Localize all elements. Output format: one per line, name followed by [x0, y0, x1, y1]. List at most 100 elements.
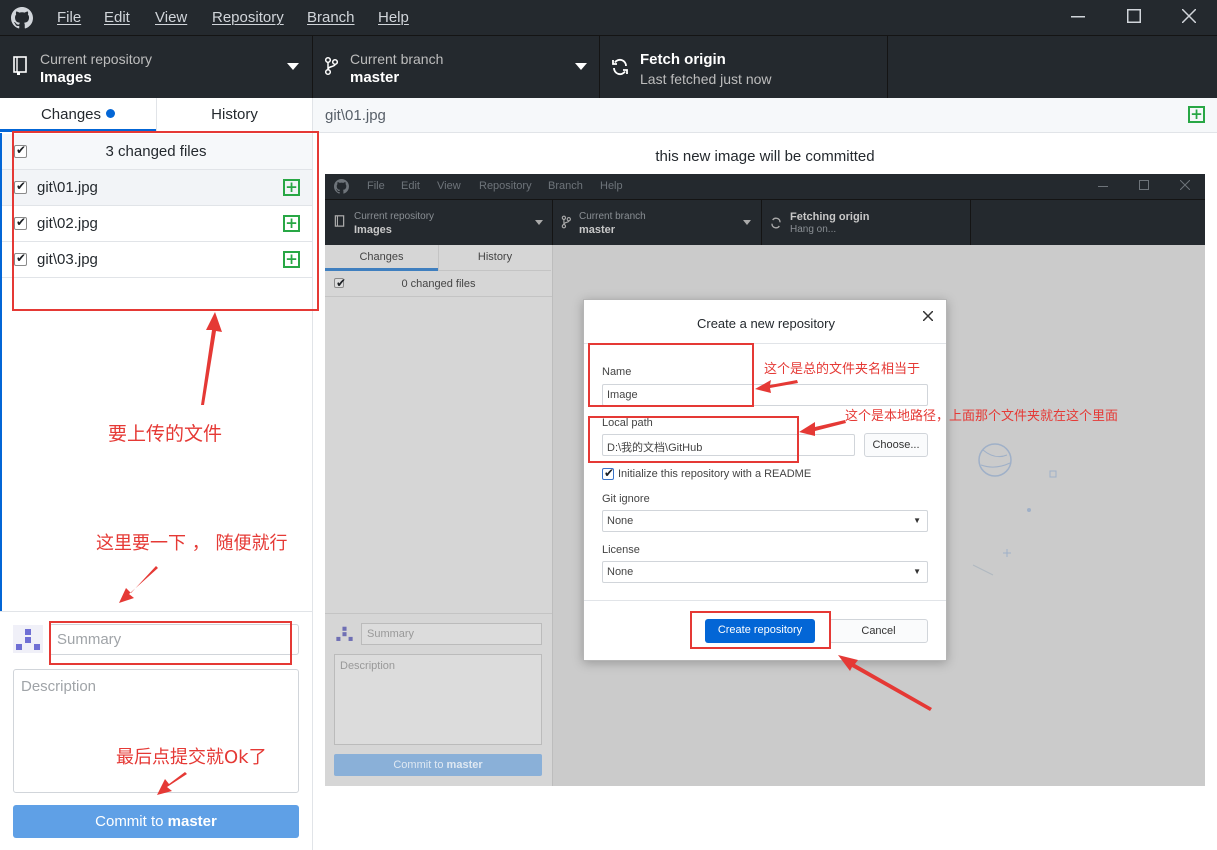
preview-changed-files-count: 0 changed files: [401, 278, 476, 290]
toolbar: Current repository Images Current branch…: [0, 35, 1217, 98]
branch-name: master: [350, 69, 400, 86]
preview-toolbar: Current repository Images Current branch…: [325, 199, 1205, 245]
add-file-icon: +: [1188, 106, 1205, 123]
menu-help[interactable]: Help: [378, 9, 409, 26]
github-logo-icon: [11, 7, 33, 29]
fetch-subtitle: Last fetched just now: [640, 71, 772, 87]
branch-icon: [324, 56, 338, 76]
commit-button[interactable]: Commit to master: [13, 805, 299, 838]
fetch-title: Fetch origin: [640, 51, 726, 68]
sync-icon: [771, 217, 781, 229]
close-icon: [1180, 180, 1190, 190]
annotation-files-to-upload: 要上传的文件: [108, 423, 223, 445]
preview-tab-changes: Changes: [325, 245, 438, 271]
dialog-title: Create a new repository: [696, 316, 835, 331]
close-icon: [1182, 9, 1196, 23]
annotation-box-summary: [49, 621, 292, 665]
close-window-button[interactable]: [1161, 0, 1217, 35]
maximize-icon: [1127, 9, 1141, 23]
preview-repo-value: Images: [354, 224, 392, 236]
chevron-down-icon: [535, 220, 543, 225]
preview-title-bar: File Edit View Repository Branch Help: [325, 174, 1205, 199]
fetch-origin-button[interactable]: Fetch origin Last fetched just now: [600, 36, 888, 98]
repo-book-icon: [334, 215, 345, 227]
file-header: git\01.jpg +: [313, 98, 1217, 133]
tab-changes[interactable]: Changes: [0, 98, 156, 132]
gitignore-select: None ▼: [602, 510, 928, 532]
minimize-button[interactable]: [1050, 0, 1106, 35]
preview-repository-selector: Current repository Images: [325, 200, 553, 245]
chevron-down-icon: [575, 63, 587, 70]
preview-menu-view: View: [437, 180, 461, 192]
preview-repo-label: Current repository: [354, 211, 435, 222]
license-value: None: [607, 566, 634, 578]
menu-file[interactable]: File: [57, 9, 81, 26]
preview-menu-repository: Repository: [479, 180, 532, 192]
branch-selector[interactable]: Current branch master: [313, 36, 600, 98]
preview-branch-value: master: [579, 224, 616, 236]
preview-menu-help: Help: [600, 180, 623, 192]
branch-icon: [561, 215, 571, 229]
menu-view[interactable]: View: [155, 9, 187, 26]
dropdown-arrow-icon: ▼: [913, 516, 921, 525]
readme-checkbox: [602, 466, 614, 480]
commit-prefix: Commit to: [95, 813, 168, 830]
dialog-footer-divider: [584, 600, 946, 601]
preview-changed-files-header: 0 changed files: [325, 271, 552, 297]
menu-branch[interactable]: Branch: [307, 9, 355, 26]
avatar-icon: [336, 626, 353, 641]
repository-selector[interactable]: Current repository Images: [0, 36, 313, 98]
description-input[interactable]: Description: [13, 669, 299, 793]
annotation-box-name: [588, 343, 754, 407]
annotation-folder-name: 这个是总的文件夹名相当于: [764, 362, 921, 377]
branch-label: Current branch: [350, 51, 444, 67]
preview-menu-branch: Branch: [548, 180, 583, 192]
commit-branch: master: [167, 813, 217, 830]
choose-button: Choose...: [864, 433, 928, 457]
preview-tab-history: History: [438, 245, 551, 271]
image-caption: this new image will be committed: [655, 148, 875, 165]
preview-summary-input: Summary: [361, 623, 542, 645]
annotation-commit-hint: 最后点提交就Ok了: [116, 747, 267, 768]
chevron-down-icon: [287, 63, 299, 70]
github-logo-icon: [334, 179, 349, 194]
avatar-icon: [13, 625, 43, 653]
maximize-button[interactable]: [1106, 0, 1162, 35]
preview-menu-file: File: [367, 180, 385, 192]
readme-label: Initialize this repository with a README: [618, 468, 812, 480]
tab-history[interactable]: History: [156, 98, 312, 132]
focus-indicator: [0, 133, 2, 611]
gitignore-value: None: [607, 515, 634, 527]
changes-indicator-dot: [106, 109, 116, 118]
preview-branch-selector: Current branch master: [553, 200, 762, 245]
preview-fetch-button: Fetching origin Hang on...: [762, 200, 971, 245]
minimize-icon: [1098, 186, 1108, 187]
preview-branch-label: Current branch: [579, 211, 646, 222]
file-path: git\01.jpg: [325, 107, 386, 124]
preview-commit-prefix: Commit to: [393, 759, 447, 771]
preview-commit-panel: Summary Description Commit to master: [325, 613, 552, 786]
minimize-icon: [1071, 16, 1085, 18]
sync-icon: [612, 58, 628, 76]
background-illustration: [972, 443, 1057, 576]
title-bar: File Edit View Repository Branch Help: [0, 0, 1217, 35]
description-placeholder: Description: [21, 678, 97, 695]
preview-commit-branch: master: [446, 759, 483, 771]
annotation-box-path: [588, 416, 799, 463]
annotation-box-create: [690, 611, 831, 649]
preview-description-input: Description: [334, 654, 542, 745]
preview-fetch-subtitle: Hang on...: [790, 224, 837, 235]
maximize-icon: [1139, 180, 1149, 190]
preview-commit-button: Commit to master: [334, 754, 542, 776]
annotation-box-files: [12, 131, 319, 311]
menu-repository[interactable]: Repository: [212, 9, 284, 26]
close-icon: [923, 311, 933, 321]
chevron-down-icon: [743, 220, 751, 225]
tab-changes-label: Changes: [40, 106, 102, 123]
preview-menu-edit: Edit: [401, 180, 420, 192]
menu-edit[interactable]: Edit: [104, 9, 130, 26]
annotation-local-path: 这个是本地路径，上面那个文件夹就在这个里面: [845, 409, 1119, 424]
gitignore-label: Git ignore: [602, 493, 650, 505]
dialog-cancel-button: Cancel: [829, 619, 928, 643]
repo-book-icon: [13, 56, 27, 75]
